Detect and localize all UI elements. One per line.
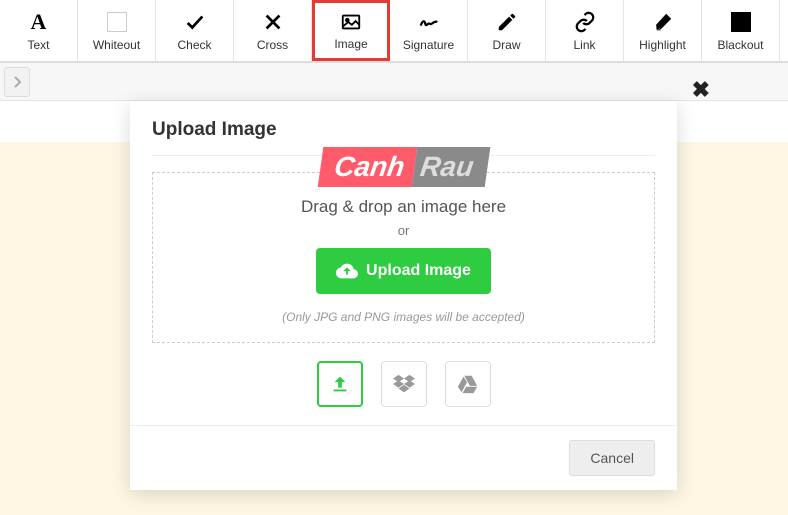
tool-label: Link bbox=[573, 38, 595, 52]
cloud-upload-icon bbox=[336, 260, 358, 282]
watermark: Canh Rau bbox=[317, 147, 490, 187]
toolbar: A Text Whiteout Check Cross Image Signat… bbox=[0, 0, 788, 63]
tool-label: Check bbox=[177, 38, 211, 52]
google-drive-icon bbox=[457, 373, 479, 395]
sub-toolbar: ✖ bbox=[0, 63, 788, 101]
cancel-button[interactable]: Cancel bbox=[569, 440, 655, 476]
blackout-icon bbox=[731, 10, 751, 34]
signature-icon bbox=[418, 10, 440, 34]
source-row bbox=[152, 361, 655, 407]
tool-label: Image bbox=[334, 37, 367, 51]
source-dropbox[interactable] bbox=[381, 361, 427, 407]
cross-icon bbox=[262, 10, 284, 34]
source-local-upload[interactable] bbox=[317, 361, 363, 407]
modal-body: Canh Rau Drag & drop an image here or Up… bbox=[130, 155, 677, 425]
upload-icon bbox=[329, 373, 351, 395]
tool-blackout[interactable]: Blackout bbox=[702, 0, 780, 61]
tool-label: Signature bbox=[403, 38, 454, 52]
upload-button-label: Upload Image bbox=[366, 262, 471, 280]
watermark-left: Canh bbox=[317, 147, 417, 187]
drop-or: or bbox=[169, 223, 638, 238]
tool-link[interactable]: Link bbox=[546, 0, 624, 61]
upload-image-modal: Upload Image Canh Rau Drag & drop an ima… bbox=[130, 101, 677, 490]
drop-title: Drag & drop an image here bbox=[169, 197, 638, 217]
tool-text[interactable]: A Text bbox=[0, 0, 78, 61]
upload-image-button[interactable]: Upload Image bbox=[316, 248, 491, 294]
tool-check[interactable]: Check bbox=[156, 0, 234, 61]
tool-draw[interactable]: Draw bbox=[468, 0, 546, 61]
accepted-note: (Only JPG and PNG images will be accepte… bbox=[169, 310, 638, 324]
tool-label: Cross bbox=[257, 38, 288, 52]
dropzone[interactable]: Drag & drop an image here or Upload Imag… bbox=[152, 172, 655, 343]
link-icon bbox=[574, 10, 596, 34]
source-google-drive[interactable] bbox=[445, 361, 491, 407]
watermark-right: Rau bbox=[411, 147, 490, 187]
tool-label: Blackout bbox=[717, 38, 763, 52]
tool-cross[interactable]: Cross bbox=[234, 0, 312, 61]
modal-title: Upload Image bbox=[152, 119, 655, 141]
tool-label: Text bbox=[27, 38, 49, 52]
tool-highlight[interactable]: Highlight bbox=[624, 0, 702, 61]
modal-footer: Cancel bbox=[130, 425, 677, 490]
tool-whiteout[interactable]: Whiteout bbox=[78, 0, 156, 61]
text-icon: A bbox=[31, 10, 47, 34]
pencil-icon bbox=[496, 10, 518, 34]
whiteout-icon bbox=[107, 10, 127, 34]
check-icon bbox=[184, 10, 206, 34]
tool-image[interactable]: Image bbox=[312, 0, 390, 61]
tool-signature[interactable]: Signature bbox=[390, 0, 468, 61]
tool-label: Highlight bbox=[639, 38, 686, 52]
tool-label: Whiteout bbox=[93, 38, 140, 52]
tool-label: Draw bbox=[492, 38, 520, 52]
image-icon bbox=[340, 11, 362, 33]
dropbox-icon bbox=[393, 373, 415, 395]
chevron-right-button[interactable] bbox=[4, 67, 30, 97]
highlighter-icon bbox=[652, 10, 674, 34]
close-icon[interactable]: ✖ bbox=[692, 77, 710, 103]
